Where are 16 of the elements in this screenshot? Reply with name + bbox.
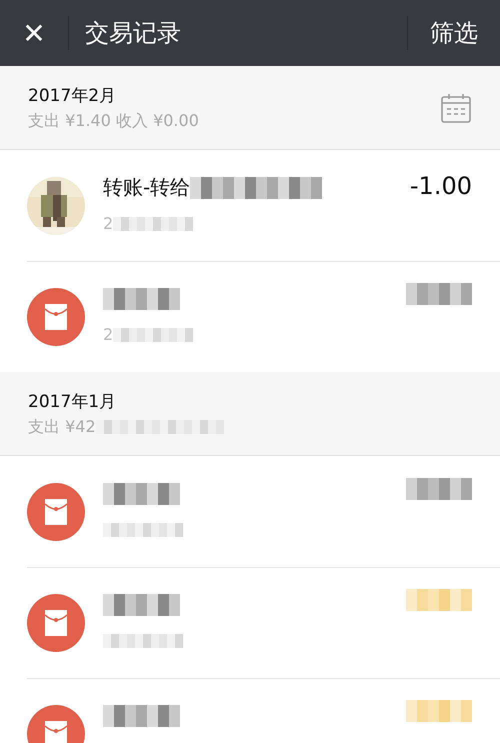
page-title: 交易记录 (85, 18, 182, 49)
transaction-date: 2 (103, 214, 114, 233)
month-label: 2017年2月 (28, 84, 118, 106)
envelope-icon (27, 482, 85, 540)
calendar-icon[interactable] (440, 92, 472, 124)
transaction-date: 2 (103, 325, 114, 344)
month-label: 2017年1月 (28, 390, 118, 412)
transaction-row[interactable]: 转账-转给 2 -1.00 (0, 150, 500, 261)
month-summary: 支出 ¥1.40 收入 ¥0.00 (28, 110, 199, 132)
amount: -1.00 (410, 172, 472, 200)
transaction-title: 转账-转给 (103, 174, 190, 201)
filter-button[interactable]: 筛选 (408, 0, 500, 66)
envelope-icon (27, 288, 85, 346)
envelope-icon (27, 594, 85, 652)
month-summary: 支出 ¥42 (28, 416, 96, 438)
close-button[interactable]: ✕ (0, 0, 68, 66)
